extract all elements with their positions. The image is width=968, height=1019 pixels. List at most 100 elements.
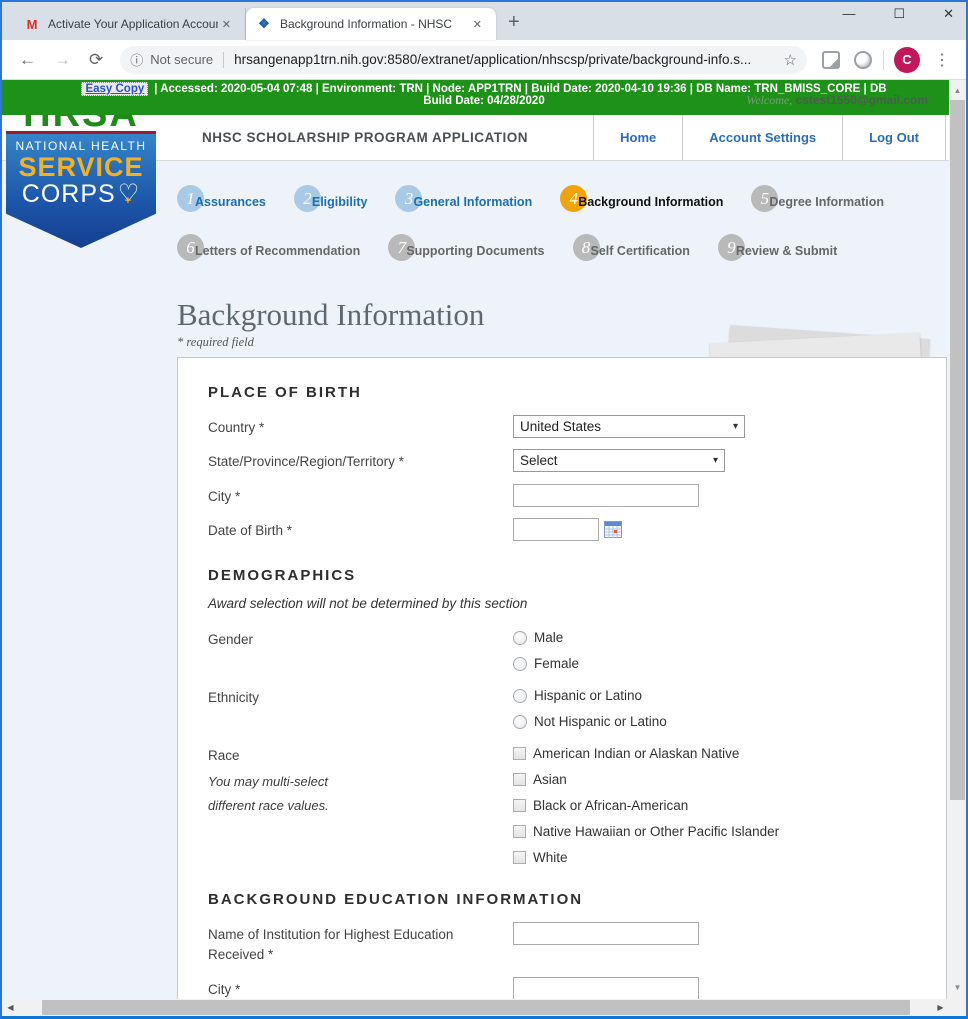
tab-title: Activate Your Application Accoun [48,17,218,31]
step-eligibility[interactable]: 2 Eligibility [293,185,367,212]
extension-page-icon[interactable] [822,50,840,69]
step-assurances[interactable]: 1 Assurances [177,185,266,212]
gender-option-female: Female [513,656,579,671]
maximize-button[interactable]: ☐ [887,6,911,22]
step-self-certification[interactable]: 8 Self Certification [572,234,690,261]
nav-log-out[interactable]: Log Out [842,115,946,160]
step-label: Assurances [195,195,266,209]
tab-gmail[interactable]: M Activate Your Application Accoun ✕ [14,8,246,40]
race-label: Race [208,748,240,763]
option-label: Native Hawaiian or Other Pacific Islande… [533,824,780,839]
section-background-education: BACKGROUND EDUCATION INFORMATION [208,891,584,908]
horizontal-scrollbar[interactable]: ◀ ▶ [2,999,949,1016]
page-content: Easy Copy | Accessed: 2020-05-04 07:48 | … [2,80,966,1016]
close-tab-icon[interactable]: ✕ [469,16,486,33]
close-tab-icon[interactable]: ✕ [218,16,235,33]
american-indian-checkbox[interactable] [513,747,526,760]
white-checkbox[interactable] [513,851,526,864]
section-demographics: DEMOGRAPHICS [208,567,357,584]
step-label: Letters of Recommendation [195,244,361,258]
required-field-note: * required field [177,335,254,349]
close-button[interactable]: ✕ [937,6,960,22]
female-radio[interactable] [513,656,527,671]
browser-menu-icon[interactable]: ⋮ [926,50,958,70]
gender-option-male: Male [513,630,579,645]
calendar-icon[interactable] [604,520,622,538]
step-letters-of-recommendation[interactable]: 6 Letters of Recommendation [177,234,360,261]
nhsc-ribbon: NATIONAL HEALTH SERVICE CORPS ♡ + [6,134,156,248]
ethnicity-options: Hispanic or Latino Not Hispanic or Latin… [513,685,667,729]
step-degree-information[interactable]: 5 Degree Information [751,185,884,212]
tab-background-information[interactable]: ❖ Background Information - NHSC ✕ [246,8,496,40]
info-icon[interactable]: ⓘ [130,50,143,69]
corps-text: CORPS [21,180,116,208]
welcome-user: Welcome, cstest1550@gmail.com [746,93,928,108]
race-option-american-indian: American Indian or Alaskan Native [513,746,779,761]
hispanic-radio[interactable] [513,688,527,703]
ethnicity-row: Ethnicity Hispanic or Latino Not Hispani… [208,685,916,729]
race-option-native-hawaiian: Native Hawaiian or Other Pacific Islande… [513,824,779,839]
back-icon[interactable]: ← [10,50,45,70]
demographics-note: Award selection will not be determined b… [208,596,528,611]
chevron-down-icon: ▾ [712,455,718,467]
scroll-right-icon[interactable]: ▶ [932,999,949,1016]
state-label: State/Province/Region/Territory * [208,454,404,470]
address-bar[interactable]: ⓘ Not secure hrsangenapp1trn.nih.gov:858… [120,45,807,74]
easy-copy-link[interactable]: Easy Copy [81,82,149,96]
option-label: Not Hispanic or Latino [534,714,667,729]
welcome-prefix: Welcome, [746,93,793,107]
asian-checkbox[interactable] [513,773,526,786]
state-select[interactable]: Select ▾ [513,449,725,473]
bookmark-star-icon[interactable]: ☆ [784,51,797,69]
country-select[interactable]: United States ▾ [513,415,745,438]
not-hispanic-radio[interactable] [513,714,527,729]
education-city-label: City * [208,981,241,997]
step-background-information[interactable]: 4 Background Information [560,185,723,212]
url-text[interactable]: hrsangenapp1trn.nih.gov:8580/extranet/ap… [234,52,775,67]
scroll-down-icon[interactable]: ▼ [949,979,966,996]
horizontal-scroll-thumb[interactable] [42,1000,910,1015]
page-title: Background Information [177,297,485,332]
dob-input[interactable] [513,517,599,541]
vertical-scrollbar[interactable]: ▲ ▼ [949,80,966,1016]
window-controls: — ☐ ✕ [836,6,960,22]
native-hawaiian-checkbox[interactable] [513,825,526,838]
tab-strip: M Activate Your Application Accoun ✕ ❖ B… [2,2,966,40]
gender-label: Gender [208,632,254,647]
extension-ball-icon[interactable] [854,50,872,69]
race-row: Race You may multi-select different race… [208,743,916,865]
institution-input[interactable] [513,922,699,945]
gender-options: Male Female [513,627,579,671]
profile-avatar[interactable]: C [894,46,920,73]
education-city-input[interactable] [513,976,699,1000]
vertical-scroll-thumb[interactable] [950,100,965,800]
state-row: State/Province/Region/Territory * Select… [208,449,916,473]
new-tab-button[interactable]: + [496,11,532,40]
chevron-down-icon: ▾ [732,421,738,432]
country-row: Country * United States ▾ [208,415,916,438]
step-general-information[interactable]: 3 General Information [395,185,532,212]
city-input[interactable] [513,483,699,507]
browser-toolbar: ← → ⟳ ⓘ Not secure hrsangenapp1trn.nih.g… [2,40,966,80]
race-option-white: White [513,850,779,865]
forward-icon[interactable]: → [45,50,80,70]
gender-row: Gender Male Female [208,627,916,671]
scroll-up-icon[interactable]: ▲ [949,82,966,99]
ethnicity-option-not-hispanic: Not Hispanic or Latino [513,714,667,729]
nav-home[interactable]: Home [593,115,682,160]
black-african-american-checkbox[interactable] [513,799,526,812]
section-place-of-birth: PLACE OF BIRTH [208,384,362,401]
step-supporting-documents[interactable]: 7 Supporting Documents [388,234,545,261]
nav-account-settings[interactable]: Account Settings [682,115,842,160]
reload-icon[interactable]: ⟳ [80,50,112,70]
male-radio[interactable] [513,630,527,645]
institution-row: Name of Institution for Highest Educatio… [208,922,916,966]
step-label: General Information [413,195,533,209]
country-value: United States [520,419,602,434]
state-value: Select [520,453,558,469]
browser-window: M Activate Your Application Accoun ✕ ❖ B… [0,0,968,1019]
minimize-button[interactable]: — [836,6,861,22]
hrsa-nhsc-logo: HRSA NATIONAL HEALTH SERVICE CORPS ♡+ [6,95,156,248]
step-review-submit[interactable]: 9 Review & Submit [717,234,837,261]
scroll-left-icon[interactable]: ◀ [2,999,19,1016]
